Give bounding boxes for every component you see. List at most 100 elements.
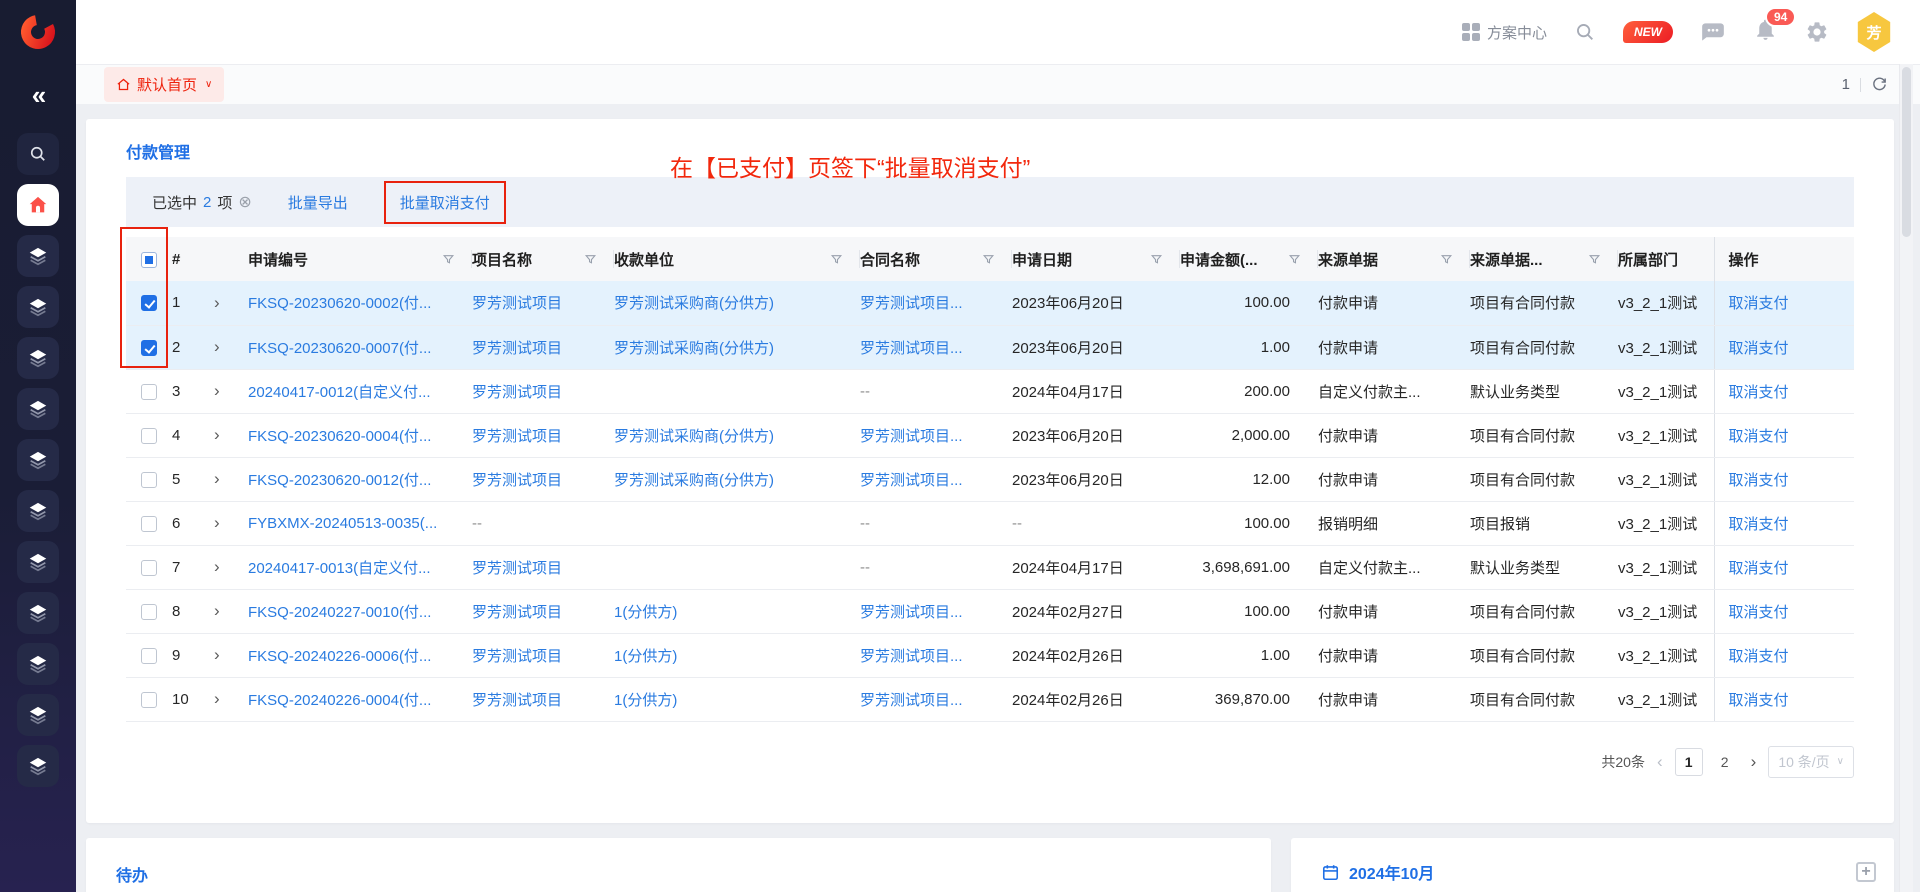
next-page-button[interactable]: ›	[1751, 752, 1757, 772]
layers-icon[interactable]	[17, 592, 59, 634]
cancel-payment-link[interactable]: 取消支付	[1729, 516, 1789, 533]
contract-name-link[interactable]: 罗芳测试项目...	[860, 340, 963, 357]
payee-link[interactable]: 罗芳测试采购商(分供方)	[614, 295, 774, 312]
filter-funnel-icon[interactable]	[1440, 253, 1453, 266]
expand-row-icon[interactable]: ›	[214, 689, 220, 708]
message-icon[interactable]	[1700, 19, 1726, 45]
expand-row-icon[interactable]: ›	[214, 469, 220, 488]
layers-icon[interactable]	[17, 745, 59, 787]
filter-funnel-icon[interactable]	[442, 253, 455, 266]
filter-funnel-icon[interactable]	[1288, 253, 1301, 266]
layers-icon[interactable]	[17, 490, 59, 532]
row-checkbox[interactable]	[141, 472, 157, 488]
col-header-amt[interactable]: 申请金额(...	[1180, 237, 1318, 281]
col-header-date[interactable]: 申请日期	[1012, 237, 1180, 281]
row-checkbox[interactable]	[141, 516, 157, 532]
app-logo-icon[interactable]	[19, 13, 57, 56]
expand-row-icon[interactable]: ›	[214, 337, 220, 356]
expand-row-icon[interactable]: ›	[214, 557, 220, 576]
project-name-link[interactable]: 罗芳测试项目	[472, 295, 562, 312]
col-header-code[interactable]: 申请编号	[248, 237, 472, 281]
clear-selection-icon[interactable]: ⊗	[238, 192, 251, 212]
select-all-checkbox[interactable]	[141, 252, 157, 268]
layers-icon[interactable]	[17, 388, 59, 430]
col-header-stype[interactable]: 来源单据...	[1470, 237, 1618, 281]
row-checkbox[interactable]	[141, 648, 157, 664]
avatar[interactable]: 芳	[1856, 12, 1892, 52]
col-header-contract[interactable]: 合同名称	[860, 237, 1012, 281]
cancel-payment-link[interactable]: 取消支付	[1729, 428, 1789, 445]
request-code-link[interactable]: FKSQ-20240226-0006(付...	[248, 648, 431, 665]
filter-funnel-icon[interactable]	[982, 253, 995, 266]
cancel-payment-link[interactable]: 取消支付	[1729, 295, 1789, 312]
contract-name-link[interactable]: 罗芳测试项目...	[860, 604, 963, 621]
expand-row-icon[interactable]: ›	[214, 513, 220, 532]
contract-name-link[interactable]: 罗芳测试项目...	[860, 648, 963, 665]
contract-name-link[interactable]: 罗芳测试项目...	[860, 428, 963, 445]
sidebar-search-icon[interactable]	[17, 133, 59, 175]
project-name-link[interactable]: 罗芳测试项目	[472, 560, 562, 577]
page-scrollbar[interactable]	[1899, 64, 1913, 892]
cancel-payment-link[interactable]: 取消支付	[1729, 340, 1789, 357]
row-checkbox[interactable]	[141, 295, 157, 311]
request-code-link[interactable]: FKSQ-20240227-0010(付...	[248, 604, 431, 621]
scrollbar-thumb[interactable]	[1902, 67, 1911, 237]
cancel-payment-link[interactable]: 取消支付	[1729, 384, 1789, 401]
project-name-link[interactable]: 罗芳测试项目	[472, 428, 562, 445]
payee-link[interactable]: 罗芳测试采购商(分供方)	[614, 428, 774, 445]
batch-export-button[interactable]: 批量导出	[288, 192, 348, 213]
add-icon[interactable]: +	[1856, 862, 1876, 882]
project-name-link[interactable]: 罗芳测试项目	[472, 340, 562, 357]
expand-row-icon[interactable]: ›	[214, 601, 220, 620]
collapse-sidebar-icon[interactable]: «	[32, 80, 44, 111]
payee-link[interactable]: 罗芳测试采购商(分供方)	[614, 472, 774, 489]
cancel-payment-link[interactable]: 取消支付	[1729, 560, 1789, 577]
layers-icon[interactable]	[17, 337, 59, 379]
new-badge[interactable]: NEW	[1623, 21, 1673, 43]
filter-funnel-icon[interactable]	[584, 253, 597, 266]
request-code-link[interactable]: 20240417-0012(自定义付...	[248, 384, 431, 401]
batch-cancel-payment-button[interactable]: 批量取消支付	[400, 195, 490, 212]
payee-link[interactable]: 1(分供方)	[614, 604, 677, 621]
col-header-src[interactable]: 来源单据	[1318, 237, 1470, 281]
row-checkbox[interactable]	[141, 340, 157, 356]
cancel-payment-link[interactable]: 取消支付	[1729, 604, 1789, 621]
expand-row-icon[interactable]: ›	[214, 425, 220, 444]
project-name-link[interactable]: 罗芳测试项目	[472, 604, 562, 621]
request-code-link[interactable]: FKSQ-20230620-0007(付...	[248, 340, 431, 357]
row-checkbox[interactable]	[141, 384, 157, 400]
request-code-link[interactable]: FKSQ-20230620-0012(付...	[248, 472, 431, 489]
scheme-center-button[interactable]: 方案中心	[1462, 22, 1547, 43]
col-header-payee[interactable]: 收款单位	[614, 237, 860, 281]
page-size-select[interactable]: 10 条/页 ∨	[1768, 746, 1854, 778]
project-name-link[interactable]: 罗芳测试项目	[472, 648, 562, 665]
filter-funnel-icon[interactable]	[1150, 253, 1163, 266]
row-checkbox[interactable]	[141, 560, 157, 576]
project-name-link[interactable]: 罗芳测试项目	[472, 692, 562, 709]
request-code-link[interactable]: 20240417-0013(自定义付...	[248, 560, 431, 577]
layers-icon[interactable]	[17, 694, 59, 736]
layers-icon[interactable]	[17, 235, 59, 277]
contract-name-link[interactable]: 罗芳测试项目...	[860, 472, 963, 489]
row-checkbox[interactable]	[141, 604, 157, 620]
sidebar-item-home[interactable]	[17, 184, 59, 226]
row-checkbox[interactable]	[141, 692, 157, 708]
request-code-link[interactable]: FYBXMX-20240513-0035(...	[248, 515, 437, 532]
contract-name-link[interactable]: 罗芳测试项目...	[860, 295, 963, 312]
project-name-link[interactable]: 罗芳测试项目	[472, 472, 562, 489]
request-code-link[interactable]: FKSQ-20240226-0004(付...	[248, 692, 431, 709]
page-number-1[interactable]: 1	[1675, 748, 1703, 776]
project-name-link[interactable]: 罗芳测试项目	[472, 384, 562, 401]
filter-funnel-icon[interactable]	[1588, 253, 1601, 266]
layers-icon[interactable]	[17, 439, 59, 481]
tab-default-home[interactable]: 默认首页 ∨	[104, 67, 224, 102]
col-header-proj[interactable]: 项目名称	[472, 237, 614, 281]
expand-row-icon[interactable]: ›	[214, 645, 220, 664]
page-number-2[interactable]: 2	[1711, 748, 1739, 776]
notifications-bell-icon[interactable]: 94	[1753, 17, 1778, 47]
cancel-payment-link[interactable]: 取消支付	[1729, 472, 1789, 489]
payee-link[interactable]: 罗芳测试采购商(分供方)	[614, 340, 774, 357]
expand-row-icon[interactable]: ›	[214, 381, 220, 400]
payee-link[interactable]: 1(分供方)	[614, 648, 677, 665]
layers-icon[interactable]	[17, 643, 59, 685]
